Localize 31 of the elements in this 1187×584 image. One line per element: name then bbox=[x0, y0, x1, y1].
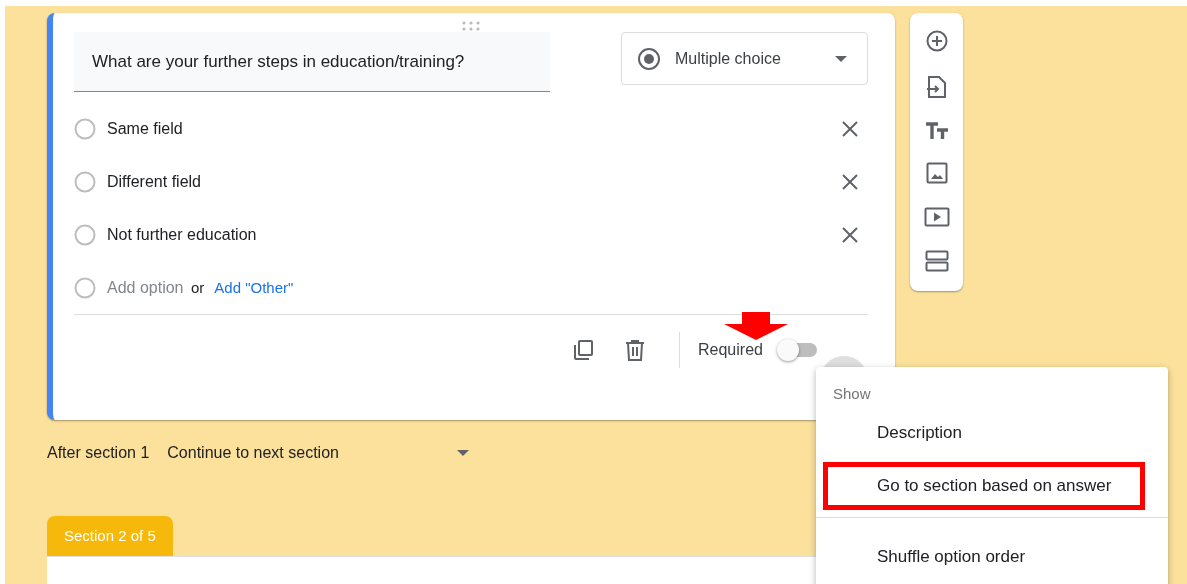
video-icon[interactable] bbox=[923, 206, 950, 227]
after-section-label: After section 1 bbox=[47, 444, 150, 462]
delete-icon[interactable] bbox=[625, 339, 645, 361]
duplicate-icon[interactable] bbox=[571, 338, 595, 362]
caret-icon bbox=[835, 55, 847, 62]
question-type-dropdown[interactable]: Multiple choice bbox=[621, 32, 868, 85]
menu-item[interactable]: Shuffle option order bbox=[816, 530, 1168, 583]
close-icon[interactable] bbox=[842, 173, 858, 190]
required-label: Required bbox=[698, 341, 763, 359]
required-toggle[interactable] bbox=[776, 338, 817, 362]
add-option-field[interactable]: Add option bbox=[107, 278, 187, 297]
close-icon[interactable] bbox=[842, 226, 858, 243]
or-text: or bbox=[191, 279, 205, 296]
menu-item[interactable]: Go to section based on answer bbox=[816, 459, 1168, 512]
add-other-link[interactable]: Add "Other" bbox=[214, 279, 294, 296]
menu-item[interactable]: Description bbox=[816, 406, 1168, 459]
close-icon[interactable] bbox=[842, 120, 858, 137]
section-icon[interactable] bbox=[924, 249, 949, 272]
text-format-icon[interactable] bbox=[924, 121, 949, 140]
image-icon[interactable] bbox=[925, 162, 948, 185]
question-field[interactable]: What are your further steps in education/training? bbox=[74, 32, 550, 92]
menu-heading: Show bbox=[833, 385, 871, 402]
import-icon[interactable] bbox=[926, 75, 947, 99]
option-label[interactable]: Same field bbox=[107, 119, 183, 138]
option-label[interactable]: Different field bbox=[107, 172, 201, 191]
next-section-dropdown[interactable]: Continue to next section bbox=[167, 444, 458, 462]
option-label[interactable]: Not further education bbox=[107, 225, 257, 244]
caret-icon[interactable] bbox=[457, 450, 470, 456]
drag-handle-icon[interactable] bbox=[462, 21, 480, 31]
radio-icon bbox=[637, 46, 661, 71]
add-icon[interactable] bbox=[925, 30, 948, 53]
